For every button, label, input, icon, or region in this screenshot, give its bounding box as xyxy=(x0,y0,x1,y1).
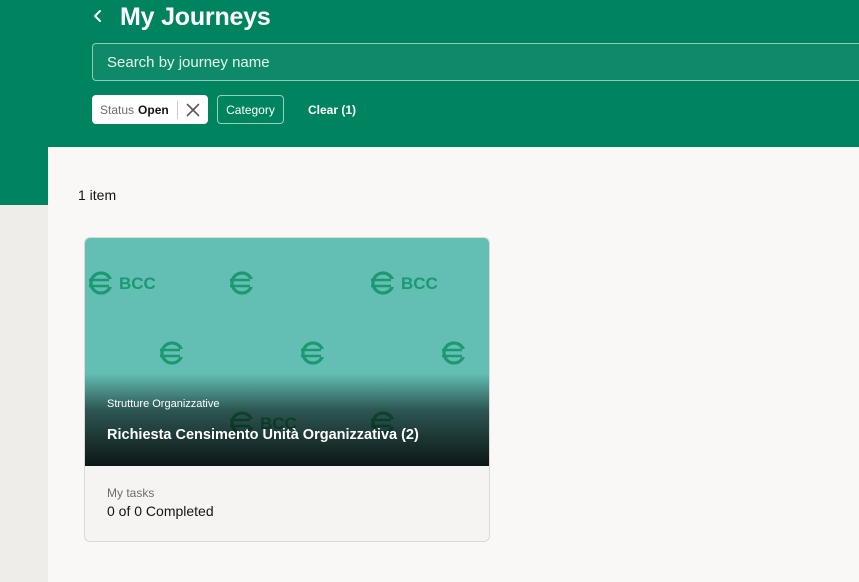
chip-divider xyxy=(176,100,178,119)
card-image-overlay xyxy=(85,373,489,466)
bcc-logo: BCC xyxy=(369,271,438,295)
page-title: My Journeys xyxy=(120,3,271,31)
bcc-logo-mark xyxy=(299,341,328,365)
bcc-logo: BCC xyxy=(87,271,156,295)
item-count: 1 item xyxy=(78,187,117,203)
header-side-band xyxy=(0,147,48,205)
category-filter-chip[interactable]: Category xyxy=(217,95,284,124)
back-button[interactable] xyxy=(86,4,110,28)
tasks-progress: 0 of 0 Completed xyxy=(107,503,214,519)
search-input[interactable] xyxy=(93,44,859,80)
card-title: Richiesta Censimento Unità Organizzativa… xyxy=(107,427,419,443)
close-icon xyxy=(186,103,200,116)
chevron-left-icon xyxy=(94,10,101,22)
search-box[interactable] xyxy=(92,43,859,81)
card-image: BCC BCC BCC Strutture Organizzative Rich… xyxy=(85,238,489,466)
clear-filters-button[interactable]: Clear (1) xyxy=(300,95,364,124)
bcc-logo-mark xyxy=(228,271,257,295)
status-filter-chip[interactable]: Status Open xyxy=(92,95,208,124)
card-category: Strutture Organizzative xyxy=(107,398,220,410)
bcc-logo-text: BCC xyxy=(401,274,438,293)
status-filter-label: Status xyxy=(100,102,135,117)
bcc-logo-text: BCC xyxy=(119,274,156,293)
journey-card[interactable]: BCC BCC BCC Strutture Organizzative Rich… xyxy=(84,237,490,542)
bcc-logo-mark xyxy=(440,341,469,365)
remove-filter-button[interactable] xyxy=(184,101,202,119)
bcc-logo-mark xyxy=(158,341,187,365)
status-filter-value: Open xyxy=(138,102,169,117)
tasks-label: My tasks xyxy=(107,486,155,500)
